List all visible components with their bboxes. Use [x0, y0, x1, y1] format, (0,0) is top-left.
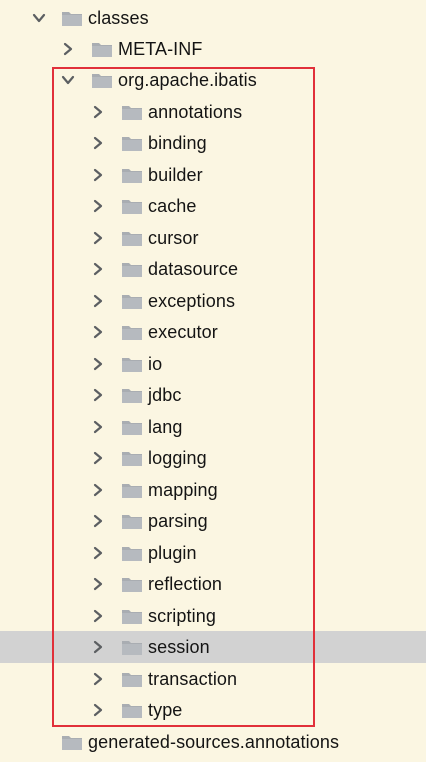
tree-node-io[interactable]: io — [0, 348, 426, 380]
folder-icon — [122, 450, 142, 466]
folder-icon — [122, 513, 142, 529]
tree-node-scripting[interactable]: scripting — [0, 600, 426, 632]
tree-node-label: reflection — [148, 574, 223, 594]
chevron-right-icon[interactable] — [91, 388, 105, 402]
chevron-right-icon[interactable] — [91, 577, 105, 591]
folder-icon — [62, 10, 82, 26]
tree-node-label: executor — [148, 322, 218, 342]
chevron-right-icon[interactable] — [61, 42, 75, 56]
chevron-right-icon[interactable] — [91, 672, 105, 686]
chevron-right-icon[interactable] — [91, 483, 105, 497]
tree-node-mapping[interactable]: mapping — [0, 474, 426, 506]
tree-node-label: datasource — [148, 259, 239, 279]
tree-node-jdbc[interactable]: jdbc — [0, 379, 426, 411]
chevron-right-icon[interactable] — [91, 105, 105, 119]
chevron-down-icon[interactable] — [61, 73, 75, 87]
folder-icon — [122, 104, 142, 120]
folder-icon — [62, 734, 82, 750]
tree-node-label: annotations — [148, 102, 243, 122]
tree-node-label: exceptions — [148, 291, 236, 311]
folder-icon — [122, 702, 142, 718]
folder-icon — [122, 387, 142, 403]
tree-node-label: lang — [148, 417, 183, 437]
tree-node-cache[interactable]: cache — [0, 190, 426, 222]
folder-icon — [122, 639, 142, 655]
tree-node-org-apache-ibatis[interactable]: org.apache.ibatis — [0, 64, 426, 96]
chevron-right-icon[interactable] — [91, 199, 105, 213]
tree-node-exceptions[interactable]: exceptions — [0, 285, 426, 317]
tree-node-label: cursor — [148, 228, 199, 248]
tree-node-datasource[interactable]: datasource — [0, 253, 426, 285]
tree-node-lang[interactable]: lang — [0, 411, 426, 443]
chevron-right-icon[interactable] — [91, 546, 105, 560]
tree-node-reflection[interactable]: reflection — [0, 568, 426, 600]
folder-icon — [122, 356, 142, 372]
tree-node-label: classes — [88, 8, 149, 28]
tree-node-label: jdbc — [148, 385, 182, 405]
chevron-right-icon[interactable] — [91, 262, 105, 276]
chevron-down-icon[interactable] — [32, 11, 46, 25]
folder-icon — [122, 482, 142, 498]
tree-node-cursor[interactable]: cursor — [0, 222, 426, 254]
tree-node-label: mapping — [148, 480, 218, 500]
tree-node-builder[interactable]: builder — [0, 159, 426, 191]
chevron-right-icon[interactable] — [91, 294, 105, 308]
tree-node-label: parsing — [148, 511, 208, 531]
folder-icon — [122, 293, 142, 309]
tree-node-transaction[interactable]: transaction — [0, 663, 426, 695]
chevron-right-icon[interactable] — [91, 609, 105, 623]
chevron-right-icon[interactable] — [91, 325, 105, 339]
tree-node-label: plugin — [148, 543, 197, 563]
tree-node-parsing[interactable]: parsing — [0, 505, 426, 537]
tree-node-label: org.apache.ibatis — [118, 70, 257, 90]
folder-icon — [122, 671, 142, 687]
tree-node-plugin[interactable]: plugin — [0, 537, 426, 569]
chevron-right-icon[interactable] — [91, 451, 105, 465]
chevron-right-icon[interactable] — [91, 514, 105, 528]
folder-icon — [122, 419, 142, 435]
tree-node-annotations[interactable]: annotations — [0, 96, 426, 128]
tree-node-label: logging — [148, 448, 207, 468]
chevron-right-icon[interactable] — [91, 136, 105, 150]
folder-icon — [122, 167, 142, 183]
chevron-right-icon[interactable] — [91, 640, 105, 654]
tree-node-label: session — [148, 637, 210, 657]
tree-node-classes[interactable]: classes — [0, 2, 426, 34]
folder-icon — [92, 41, 112, 57]
tree-node-label: META-INF — [118, 39, 203, 59]
chevron-right-icon[interactable] — [91, 703, 105, 717]
tree-node-label: generated-sources.annotations — [88, 732, 340, 752]
chevron-right-icon[interactable] — [91, 231, 105, 245]
tree-node-label: cache — [148, 196, 197, 216]
tree-node-executor[interactable]: executor — [0, 316, 426, 348]
folder-icon — [122, 608, 142, 624]
chevron-right-icon[interactable] — [91, 357, 105, 371]
tree-node-label: transaction — [148, 669, 238, 689]
chevron-right-icon[interactable] — [91, 420, 105, 434]
tree-node-binding[interactable]: binding — [0, 127, 426, 159]
tree-node-label: io — [148, 354, 163, 374]
folder-icon — [92, 72, 112, 88]
folder-icon — [122, 261, 142, 277]
tree-node-label: binding — [148, 133, 207, 153]
tree-node-label: type — [148, 700, 183, 720]
tree-node-session[interactable]: session — [0, 631, 426, 663]
folder-icon — [122, 198, 142, 214]
tree-node-meta-inf[interactable]: META-INF — [0, 33, 426, 65]
folder-icon — [122, 576, 142, 592]
folder-icon — [122, 545, 142, 561]
tree-node-label: builder — [148, 165, 203, 185]
folder-icon — [122, 324, 142, 340]
tree-node-logging[interactable]: logging — [0, 442, 426, 474]
chevron-right-icon[interactable] — [91, 168, 105, 182]
tree-node-type[interactable]: type — [0, 694, 426, 726]
folder-icon — [122, 135, 142, 151]
project-tree: classes META-INF org.apache.ibatis annot… — [0, 0, 426, 762]
folder-icon — [122, 230, 142, 246]
tree-node-generated-sources-annotations[interactable]: generated-sources.annotations — [0, 726, 426, 758]
tree-node-label: scripting — [148, 606, 216, 626]
